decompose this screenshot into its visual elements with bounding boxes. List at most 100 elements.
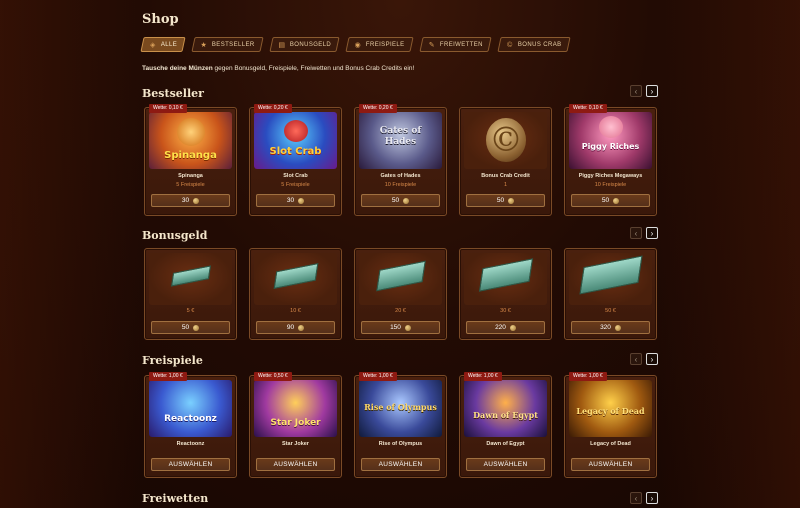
select-button[interactable]: AUSWÄHLEN xyxy=(151,458,230,471)
price-value: 90 xyxy=(286,324,295,331)
next-arrow-button[interactable]: › xyxy=(646,227,658,239)
buy-button[interactable]: 50 xyxy=(151,321,230,334)
buy-button[interactable]: 320 xyxy=(571,321,650,334)
cash-stack-icon xyxy=(579,255,643,295)
product-name: Star Joker xyxy=(282,441,309,447)
freispiele-carousel-nav: ‹ › xyxy=(630,353,658,365)
cash-stack-image xyxy=(254,253,337,305)
cash-stack-icon xyxy=(478,258,534,292)
game-thumbnail: Star Joker xyxy=(254,380,337,437)
game-thumbnail: Legacy of Dead xyxy=(569,380,652,437)
filter-label: ALLE xyxy=(161,41,178,48)
product-card[interactable]: Wette: 0,10 € Spinanga Spinanga 5 Freisp… xyxy=(144,104,237,216)
buy-button[interactable]: 50 xyxy=(466,194,545,207)
buy-button[interactable]: 30 xyxy=(256,194,335,207)
pig-mascot xyxy=(599,116,623,138)
product-sub: 10 Freispiele xyxy=(594,182,627,188)
freispiele-row: Wette: 1,00 € Reactoonz Reactoonz AUSWÄH… xyxy=(144,372,657,478)
ticket-icon: ✎ xyxy=(428,41,436,49)
buy-button[interactable]: 50 xyxy=(361,194,440,207)
buy-button[interactable]: 30 xyxy=(151,194,230,207)
cash-stack-icon xyxy=(170,265,212,287)
price-value: 30 xyxy=(286,197,295,204)
next-arrow-button[interactable]: › xyxy=(646,85,658,97)
product-name: Legacy of Dead xyxy=(590,441,631,447)
bonus-card[interactable]: 10 € 90 xyxy=(249,248,342,340)
prev-arrow-button[interactable]: ‹ xyxy=(630,227,642,239)
bonus-card[interactable]: 5 € 50 xyxy=(144,248,237,340)
buy-button[interactable]: 90 xyxy=(256,321,335,334)
filter-bonusgeld[interactable]: ▤ BONUSGELD xyxy=(269,37,340,52)
game-thumbnail: Reactoonz xyxy=(149,380,232,437)
select-button[interactable]: AUSWÄHLEN xyxy=(466,458,545,471)
product-card[interactable]: Wette: 0,20 € Gates of Hades Gates of Ha… xyxy=(354,104,447,216)
next-arrow-button[interactable]: › xyxy=(646,492,658,504)
spin-coin-icon: ◉ xyxy=(354,41,362,49)
shop-container: Shop ◈ ALLE ★ BESTSELLER ▤ BONUSGELD ◉ FREIS… xyxy=(140,0,660,508)
cash-stack-icon xyxy=(376,260,426,292)
product-name: Spinanga xyxy=(178,173,203,179)
wager-badge: Wette: 0,20 € xyxy=(359,104,397,113)
prev-arrow-button[interactable]: ‹ xyxy=(630,353,642,365)
game-art-title: Rise of Olympus xyxy=(364,402,437,412)
crab-coin-image: © xyxy=(464,112,547,169)
coin-icon xyxy=(404,324,411,331)
product-sub: 10 Freispiele xyxy=(384,182,417,188)
price-value: 320 xyxy=(600,324,611,331)
coin-icon xyxy=(509,324,516,331)
select-button[interactable]: AUSWÄHLEN xyxy=(361,458,440,471)
select-button[interactable]: AUSWÄHLEN xyxy=(256,458,335,471)
section-title-freiwetten: Freiwetten xyxy=(142,492,209,505)
freespin-card[interactable]: Wette: 1,00 € Rise of Olympus Rise of Ol… xyxy=(354,372,447,478)
filter-label: FREISPIELE xyxy=(366,41,405,48)
background-glow-left xyxy=(0,0,140,508)
game-art-title: Piggy Riches xyxy=(581,142,640,151)
game-art-title: Reactoonz xyxy=(164,414,217,424)
filter-label: BONUS CRAB xyxy=(517,41,562,48)
game-art-title: Dawn of Egypt xyxy=(473,410,538,420)
product-name: Gates of Hades xyxy=(380,173,421,179)
freespin-card[interactable]: Wette: 1,00 € Legacy of Dead Legacy of D… xyxy=(564,372,657,478)
bonus-amount: 20 € xyxy=(395,308,406,314)
bonusgeld-row: 5 € 50 10 € 90 20 € 150 30 € 220 50 € 32… xyxy=(144,248,657,340)
filter-bonus-crab[interactable]: © BONUS CRAB xyxy=(497,37,571,52)
freespin-card[interactable]: Wette: 1,00 € Dawn of Egypt Dawn of Egyp… xyxy=(459,372,552,478)
cash-icon: ▤ xyxy=(278,41,286,49)
filter-label: BONUSGELD xyxy=(289,41,332,48)
filter-freispiele[interactable]: ◉ FREISPIELE xyxy=(345,37,414,52)
filter-freiwetten[interactable]: ✎ FREIWETTEN xyxy=(419,37,492,52)
next-arrow-button[interactable]: › xyxy=(646,353,658,365)
filter-bestseller[interactable]: ★ BESTSELLER xyxy=(191,37,264,52)
select-button[interactable]: AUSWÄHLEN xyxy=(571,458,650,471)
bestseller-carousel-nav: ‹ › xyxy=(630,85,658,97)
crab-coin-icon: © xyxy=(507,41,513,48)
buy-button[interactable]: 220 xyxy=(466,321,545,334)
price-value: 50 xyxy=(601,197,610,204)
tiger-mascot xyxy=(177,118,205,146)
bonus-card[interactable]: 20 € 150 xyxy=(354,248,447,340)
product-card[interactable]: Wette: 0,20 € Slot Crab Slot Crab 5 Frei… xyxy=(249,104,342,216)
filter-all[interactable]: ◈ ALLE xyxy=(140,37,186,52)
bonus-card[interactable]: 30 € 220 xyxy=(459,248,552,340)
coin-icon xyxy=(193,197,200,204)
price-value: 30 xyxy=(181,197,190,204)
game-thumbnail: Slot Crab xyxy=(254,112,337,169)
freespin-card[interactable]: Wette: 0,50 € Star Joker Star Joker AUSW… xyxy=(249,372,342,478)
product-card[interactable]: Wette: 0,10 € Piggy Riches Piggy Riches … xyxy=(564,104,657,216)
filter-label: FREIWETTEN xyxy=(439,41,483,48)
crab-credit-icon: © xyxy=(486,118,526,162)
freespin-card[interactable]: Wette: 1,00 € Reactoonz Reactoonz AUSWÄH… xyxy=(144,372,237,478)
product-card[interactable]: © Bonus Crab Credit 1 50 xyxy=(459,107,552,216)
prev-arrow-button[interactable]: ‹ xyxy=(630,85,642,97)
wager-badge: Wette: 0,10 € xyxy=(569,104,607,113)
product-sub: 5 Freispiele xyxy=(176,182,205,188)
buy-button[interactable]: 50 xyxy=(571,194,650,207)
game-thumbnail: Spinanga xyxy=(149,112,232,169)
bonus-card[interactable]: 50 € 320 xyxy=(564,248,657,340)
prev-arrow-button[interactable]: ‹ xyxy=(630,492,642,504)
wager-badge: Wette: 1,00 € xyxy=(149,372,187,381)
game-art-title: Star Joker xyxy=(270,418,321,428)
buy-button[interactable]: 150 xyxy=(361,321,440,334)
tag-icon: ◈ xyxy=(150,41,156,49)
game-art-title: Gates of Hades xyxy=(379,126,422,147)
